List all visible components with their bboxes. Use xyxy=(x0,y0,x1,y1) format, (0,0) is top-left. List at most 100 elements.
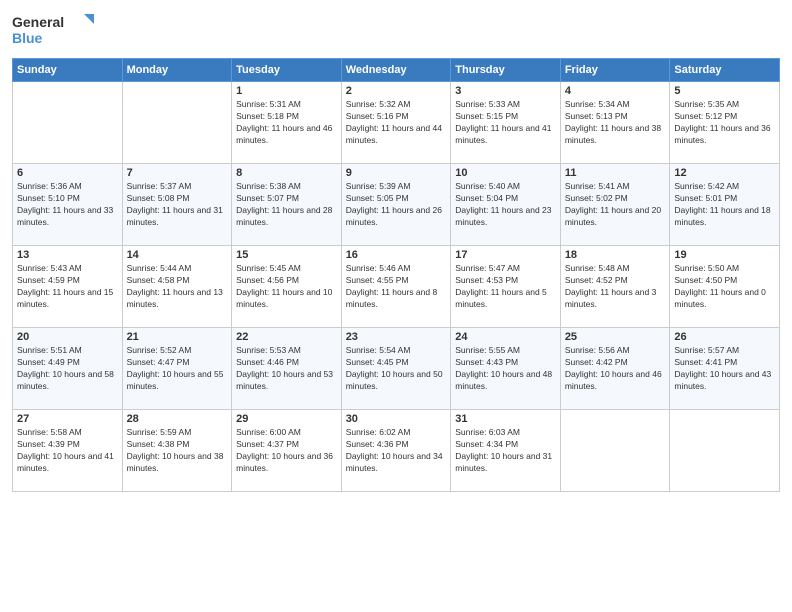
day-number: 28 xyxy=(127,413,228,425)
day-info: Sunrise: 6:03 AMSunset: 4:34 PMDaylight:… xyxy=(455,427,556,475)
day-cell: 16Sunrise: 5:46 AMSunset: 4:55 PMDayligh… xyxy=(341,246,451,328)
day-cell: 31 Sunrise: 6:03 AMSunset: 4:34 PMDayligh… xyxy=(451,410,561,492)
day-number: 27 xyxy=(17,413,118,425)
day-cell: 24 Sunrise: 5:55 AMSunset: 4:43 PMDayligh… xyxy=(451,328,561,410)
day-info: Sunrise: 5:41 AMSunset: 5:02 PMDaylight:… xyxy=(565,181,666,229)
day-info: Sunrise: 5:53 AMSunset: 4:46 PMDaylight:… xyxy=(236,345,337,393)
logo-svg: General Blue xyxy=(12,10,102,50)
week-row-4: 20 Sunrise: 5:51 AMSunset: 4:49 PMDayligh… xyxy=(13,328,780,410)
svg-text:General: General xyxy=(12,14,64,30)
weekday-thursday: Thursday xyxy=(451,59,561,82)
day-number: 6 xyxy=(17,167,118,179)
weekday-sunday: Sunday xyxy=(13,59,123,82)
day-info: Sunrise: 6:00 AMSunset: 4:37 PMDaylight:… xyxy=(236,427,337,475)
week-row-1: 1 Sunrise: 5:31 AMSunset: 5:18 PMDaylight… xyxy=(13,82,780,164)
day-info: Sunrise: 5:52 AMSunset: 4:47 PMDaylight:… xyxy=(127,345,228,393)
day-cell: 23 Sunrise: 5:54 AMSunset: 4:45 PMDayligh… xyxy=(341,328,451,410)
day-cell: 21Sunrise: 5:52 AMSunset: 4:47 PMDayligh… xyxy=(122,328,232,410)
day-info: Sunrise: 5:59 AMSunset: 4:38 PMDaylight:… xyxy=(127,427,228,475)
day-number: 22 xyxy=(236,331,337,343)
day-info: Sunrise: 5:57 AMSunset: 4:41 PMDaylight:… xyxy=(674,345,775,393)
day-cell xyxy=(560,410,670,492)
day-number: 24 xyxy=(455,331,556,343)
page-container: General Blue SundayMondayTuesdayWednesda… xyxy=(0,0,792,612)
weekday-header-row: SundayMondayTuesdayWednesdayThursdayFrid… xyxy=(13,59,780,82)
day-number: 3 xyxy=(455,85,556,97)
day-info: Sunrise: 5:33 AMSunset: 5:15 PMDaylight:… xyxy=(455,99,556,147)
weekday-saturday: Saturday xyxy=(670,59,780,82)
day-cell: 17Sunrise: 5:47 AMSunset: 4:53 PMDayligh… xyxy=(451,246,561,328)
day-cell: 11 Sunrise: 5:41 AMSunset: 5:02 PMDayligh… xyxy=(560,164,670,246)
day-number: 14 xyxy=(127,249,228,261)
day-cell: 26 Sunrise: 5:57 AMSunset: 4:41 PMDayligh… xyxy=(670,328,780,410)
day-cell: 13Sunrise: 5:43 AMSunset: 4:59 PMDayligh… xyxy=(13,246,123,328)
day-number: 12 xyxy=(674,167,775,179)
day-info: Sunrise: 5:44 AMSunset: 4:58 PMDaylight:… xyxy=(127,263,228,311)
day-info: Sunrise: 5:37 AMSunset: 5:08 PMDaylight:… xyxy=(127,181,228,229)
day-info: Sunrise: 5:40 AMSunset: 5:04 PMDaylight:… xyxy=(455,181,556,229)
weekday-wednesday: Wednesday xyxy=(341,59,451,82)
day-cell: 5 Sunrise: 5:35 AMSunset: 5:12 PMDaylight… xyxy=(670,82,780,164)
day-number: 23 xyxy=(346,331,447,343)
day-number: 7 xyxy=(127,167,228,179)
day-number: 8 xyxy=(236,167,337,179)
day-info: Sunrise: 5:43 AMSunset: 4:59 PMDaylight:… xyxy=(17,263,118,311)
header: General Blue xyxy=(12,10,780,50)
day-cell: 20 Sunrise: 5:51 AMSunset: 4:49 PMDayligh… xyxy=(13,328,123,410)
day-cell: 6Sunrise: 5:36 AMSunset: 5:10 PMDaylight… xyxy=(13,164,123,246)
day-cell: 3 Sunrise: 5:33 AMSunset: 5:15 PMDaylight… xyxy=(451,82,561,164)
day-number: 20 xyxy=(17,331,118,343)
day-cell: 25Sunrise: 5:56 AMSunset: 4:42 PMDayligh… xyxy=(560,328,670,410)
day-info: Sunrise: 5:56 AMSunset: 4:42 PMDaylight:… xyxy=(565,345,666,393)
day-number: 18 xyxy=(565,249,666,261)
day-number: 19 xyxy=(674,249,775,261)
day-cell: 12Sunrise: 5:42 AMSunset: 5:01 PMDayligh… xyxy=(670,164,780,246)
day-cell: 9Sunrise: 5:39 AMSunset: 5:05 PMDaylight… xyxy=(341,164,451,246)
weekday-friday: Friday xyxy=(560,59,670,82)
day-cell: 2Sunrise: 5:32 AMSunset: 5:16 PMDaylight… xyxy=(341,82,451,164)
day-info: Sunrise: 5:45 AMSunset: 4:56 PMDaylight:… xyxy=(236,263,337,311)
day-cell: 1 Sunrise: 5:31 AMSunset: 5:18 PMDaylight… xyxy=(232,82,342,164)
day-cell: 30Sunrise: 6:02 AMSunset: 4:36 PMDayligh… xyxy=(341,410,451,492)
day-cell: 18 Sunrise: 5:48 AMSunset: 4:52 PMDayligh… xyxy=(560,246,670,328)
day-cell: 15 Sunrise: 5:45 AMSunset: 4:56 PMDayligh… xyxy=(232,246,342,328)
day-cell: 22 Sunrise: 5:53 AMSunset: 4:46 PMDayligh… xyxy=(232,328,342,410)
day-info: Sunrise: 5:31 AMSunset: 5:18 PMDaylight:… xyxy=(236,99,337,147)
weekday-tuesday: Tuesday xyxy=(232,59,342,82)
day-number: 16 xyxy=(346,249,447,261)
day-number: 31 xyxy=(455,413,556,425)
day-cell xyxy=(122,82,232,164)
day-number: 4 xyxy=(565,85,666,97)
day-cell: 10 Sunrise: 5:40 AMSunset: 5:04 PMDayligh… xyxy=(451,164,561,246)
day-number: 9 xyxy=(346,167,447,179)
day-cell xyxy=(670,410,780,492)
day-info: Sunrise: 5:47 AMSunset: 4:53 PMDaylight:… xyxy=(455,263,556,311)
day-info: Sunrise: 5:48 AMSunset: 4:52 PMDaylight:… xyxy=(565,263,666,311)
day-info: Sunrise: 5:55 AMSunset: 4:43 PMDaylight:… xyxy=(455,345,556,393)
day-number: 26 xyxy=(674,331,775,343)
day-cell xyxy=(13,82,123,164)
day-number: 10 xyxy=(455,167,556,179)
day-info: Sunrise: 5:58 AMSunset: 4:39 PMDaylight:… xyxy=(17,427,118,475)
day-number: 11 xyxy=(565,167,666,179)
day-cell: 4Sunrise: 5:34 AMSunset: 5:13 PMDaylight… xyxy=(560,82,670,164)
day-number: 15 xyxy=(236,249,337,261)
day-number: 5 xyxy=(674,85,775,97)
day-cell: 28 Sunrise: 5:59 AMSunset: 4:38 PMDayligh… xyxy=(122,410,232,492)
day-cell: 27 Sunrise: 5:58 AMSunset: 4:39 PMDayligh… xyxy=(13,410,123,492)
day-cell: 8Sunrise: 5:38 AMSunset: 5:07 PMDaylight… xyxy=(232,164,342,246)
day-info: Sunrise: 6:02 AMSunset: 4:36 PMDaylight:… xyxy=(346,427,447,475)
week-row-2: 6Sunrise: 5:36 AMSunset: 5:10 PMDaylight… xyxy=(13,164,780,246)
day-info: Sunrise: 5:51 AMSunset: 4:49 PMDaylight:… xyxy=(17,345,118,393)
calendar-table: SundayMondayTuesdayWednesdayThursdayFrid… xyxy=(12,58,780,492)
day-info: Sunrise: 5:54 AMSunset: 4:45 PMDaylight:… xyxy=(346,345,447,393)
day-number: 2 xyxy=(346,85,447,97)
week-row-5: 27 Sunrise: 5:58 AMSunset: 4:39 PMDayligh… xyxy=(13,410,780,492)
weekday-monday: Monday xyxy=(122,59,232,82)
svg-text:Blue: Blue xyxy=(12,30,43,46)
day-cell: 14 Sunrise: 5:44 AMSunset: 4:58 PMDayligh… xyxy=(122,246,232,328)
day-cell: 7 Sunrise: 5:37 AMSunset: 5:08 PMDaylight… xyxy=(122,164,232,246)
day-number: 1 xyxy=(236,85,337,97)
week-row-3: 13Sunrise: 5:43 AMSunset: 4:59 PMDayligh… xyxy=(13,246,780,328)
day-info: Sunrise: 5:35 AMSunset: 5:12 PMDaylight:… xyxy=(674,99,775,147)
